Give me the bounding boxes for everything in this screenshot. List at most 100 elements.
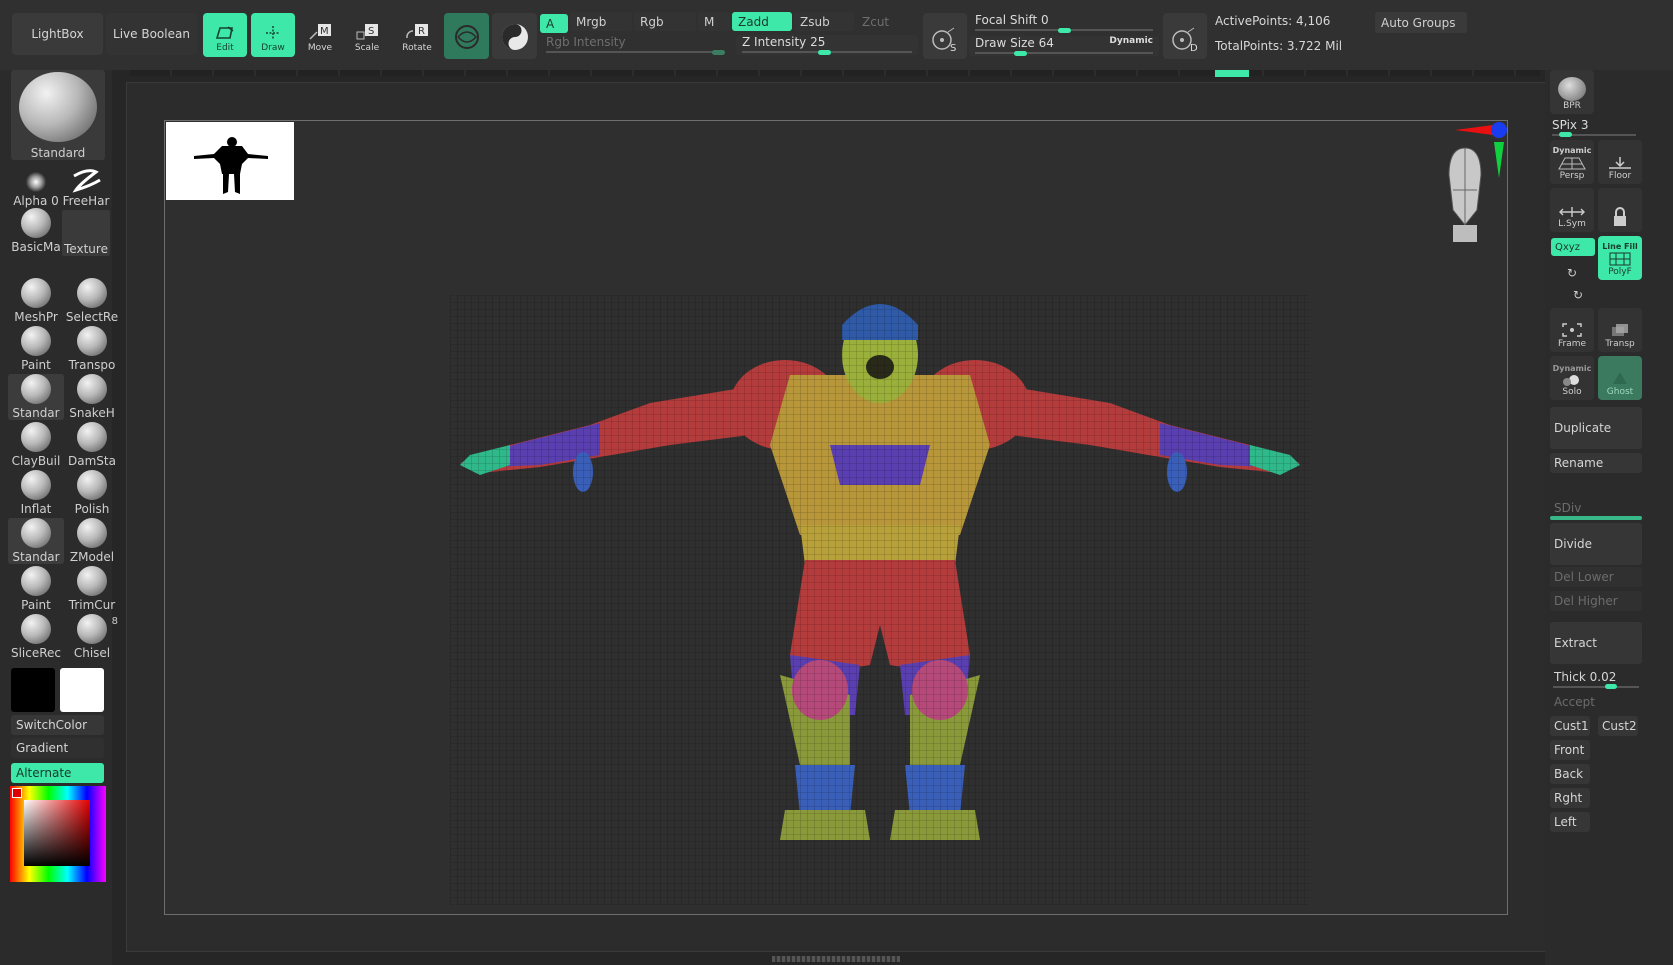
z-rotate-icon[interactable]: ↻ xyxy=(1573,288,1583,302)
bpr-button[interactable]: BPR xyxy=(1550,70,1594,114)
brush-3[interactable]: Transpo xyxy=(64,326,120,372)
s-pivot-button[interactable]: S xyxy=(923,13,967,59)
draw-size-knob[interactable] xyxy=(1014,51,1027,56)
m-toggle[interactable]: M xyxy=(698,12,730,31)
spix-knob[interactable] xyxy=(1559,132,1572,137)
color-picker-marker[interactable] xyxy=(12,788,22,798)
del-lower-button[interactable]: Del Lower xyxy=(1550,567,1642,587)
ghost-button[interactable]: Ghost xyxy=(1598,356,1642,400)
timeline-marker[interactable] xyxy=(1215,70,1249,77)
live-boolean-button[interactable]: Live Boolean xyxy=(106,13,197,55)
solo-button[interactable]: Dynamic Solo xyxy=(1550,356,1594,400)
y-rotate-icon[interactable]: ↻ xyxy=(1567,266,1577,280)
rgb-intensity-slider[interactable]: Rgb Intensity xyxy=(540,35,730,55)
brush-8[interactable]: Inflat xyxy=(8,470,64,516)
divide-button[interactable]: Divide xyxy=(1550,523,1642,565)
extract-button[interactable]: Extract xyxy=(1550,622,1642,664)
zsub-toggle[interactable]: Zsub xyxy=(794,12,854,31)
floor-button[interactable]: Floor xyxy=(1598,140,1642,184)
rgb-intensity-knob[interactable] xyxy=(712,50,725,55)
xyz-rotate-toggle[interactable]: Qxyz xyxy=(1551,238,1595,256)
back-view-button[interactable]: Back xyxy=(1550,764,1590,784)
sdiv-slider[interactable]: SDiv xyxy=(1550,498,1642,518)
transp-button[interactable]: Transp xyxy=(1598,308,1642,352)
model-polygroups xyxy=(450,295,1310,905)
brush-10[interactable]: Standar xyxy=(8,518,64,564)
brush-12[interactable]: Paint xyxy=(8,566,64,612)
secondary-color-swatch[interactable] xyxy=(60,668,104,712)
edit-tool-button[interactable]: Edit xyxy=(203,13,247,57)
main-color-swatch[interactable] xyxy=(11,668,55,712)
brush-5[interactable]: SnakeH xyxy=(64,374,120,420)
rename-button[interactable]: Rename xyxy=(1550,453,1642,473)
z-intensity-knob[interactable] xyxy=(818,50,831,55)
left-view-button[interactable]: Left xyxy=(1550,812,1590,832)
lock-button[interactable] xyxy=(1598,188,1642,232)
svg-text:M: M xyxy=(320,26,329,37)
frame-button[interactable]: Frame xyxy=(1550,308,1594,352)
d-pivot-button[interactable]: D xyxy=(1163,13,1207,59)
persp-button[interactable]: Dynamic Persp xyxy=(1550,140,1594,184)
timeline-strip[interactable] xyxy=(130,70,1540,76)
brush-13[interactable]: TrimCur xyxy=(64,566,120,612)
right-shelf: BPR SPix 3 Dynamic Persp Floor L.Sym Qxy… xyxy=(1545,70,1673,965)
alpha-icon xyxy=(26,172,46,192)
brush-7[interactable]: DamSta xyxy=(64,422,120,468)
scale-tool-button[interactable]: S Scale xyxy=(345,13,389,57)
move-tool-button[interactable]: M Move xyxy=(298,13,342,57)
draw-tool-button[interactable]: Draw xyxy=(251,13,295,57)
material-selector[interactable]: BasicMa xyxy=(8,208,64,254)
thick-slider[interactable]: Thick 0.02 xyxy=(1550,667,1642,687)
draw-size-slider[interactable]: Draw Size 64 Dynamic xyxy=(969,36,1159,56)
brush-11[interactable]: ZModel xyxy=(64,518,120,564)
lightbox-button[interactable]: LightBox xyxy=(12,13,103,55)
del-higher-button[interactable]: Del Higher xyxy=(1550,591,1642,611)
alpha-selector[interactable]: Alpha 0 xyxy=(8,162,64,208)
left-tool-panel: Standard Alpha 0 FreeHar BasicMa Texture… xyxy=(0,70,118,965)
current-brush-standard[interactable]: Standard xyxy=(11,70,105,160)
orientation-gizmo[interactable] xyxy=(1405,120,1515,250)
auto-groups-button[interactable]: Auto Groups xyxy=(1375,12,1467,33)
polyframe-button[interactable]: Line Fill PolyF xyxy=(1598,236,1642,280)
brush-9[interactable]: Polish xyxy=(64,470,120,516)
bottom-tray-handle[interactable] xyxy=(772,956,900,962)
brush-0[interactable]: MeshPr xyxy=(8,278,64,324)
hulk-3d-model[interactable] xyxy=(450,295,1310,905)
mrgb-toggle[interactable]: Mrgb xyxy=(570,12,632,31)
zadd-toggle[interactable]: Zadd xyxy=(732,12,792,31)
navigation-thumbnail[interactable] xyxy=(166,122,294,200)
duplicate-button[interactable]: Duplicate xyxy=(1550,407,1642,449)
color-picker-field[interactable] xyxy=(24,800,90,866)
texture-selector[interactable]: Texture xyxy=(62,210,110,256)
spix-slider[interactable]: SPix 3 xyxy=(1552,118,1588,132)
brush-4[interactable]: Standar xyxy=(8,374,64,420)
brush-1[interactable]: SelectRe xyxy=(64,278,120,324)
figure-silhouette-icon xyxy=(194,137,268,194)
brush-preview-icon xyxy=(21,470,51,500)
dynamic-toggle[interactable]: Dynamic xyxy=(1109,36,1153,46)
rotate-tool-button[interactable]: R Rotate xyxy=(395,13,439,57)
brush-2[interactable]: Paint xyxy=(8,326,64,372)
alternate-button[interactable]: Alternate xyxy=(11,763,104,783)
material-sphere-button[interactable] xyxy=(444,13,489,59)
thick-knob[interactable] xyxy=(1605,684,1617,689)
accept-button[interactable]: Accept xyxy=(1550,692,1642,712)
rgb-toggle[interactable]: Rgb xyxy=(634,12,696,31)
gradient-button[interactable]: Gradient xyxy=(11,738,104,758)
focal-shift-knob[interactable] xyxy=(1058,28,1071,33)
local-symmetry-button[interactable]: L.Sym xyxy=(1550,188,1594,232)
stroke-sphere-button[interactable] xyxy=(492,13,537,59)
brush-15[interactable]: Chisel 8 xyxy=(64,614,120,660)
front-view-button[interactable]: Front xyxy=(1550,740,1590,760)
cust1-button[interactable]: Cust1 xyxy=(1550,716,1590,736)
a-toggle[interactable]: A xyxy=(540,14,568,33)
right-view-button[interactable]: Rght xyxy=(1550,788,1590,808)
z-intensity-slider[interactable]: Z Intensity 25 xyxy=(736,35,918,55)
cust2-button[interactable]: Cust2 xyxy=(1598,716,1638,736)
focal-shift-slider[interactable]: Focal Shift 0 xyxy=(969,13,1159,33)
brush-14[interactable]: SliceRec xyxy=(8,614,64,660)
brush-6[interactable]: ClayBuil xyxy=(8,422,64,468)
zcut-toggle[interactable]: Zcut xyxy=(856,12,916,31)
switch-color-button[interactable]: SwitchColor xyxy=(11,715,104,735)
stroke-selector[interactable]: FreeHar xyxy=(58,162,114,208)
